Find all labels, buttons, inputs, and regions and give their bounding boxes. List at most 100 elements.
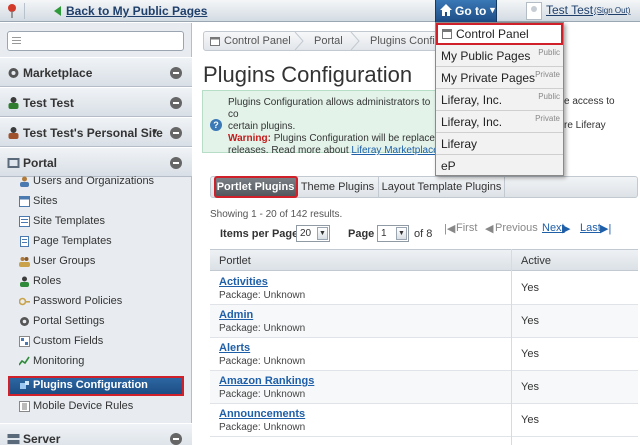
- mobile-icon: [19, 401, 30, 412]
- menu-item-liferay[interactable]: Liferay: [436, 133, 563, 155]
- sidebar-item-custom-fields[interactable]: Custom Fields: [0, 332, 192, 352]
- tab-portlet-plugins[interactable]: Portlet Plugins: [214, 176, 298, 198]
- plugin-name-link[interactable]: Activities: [219, 276, 268, 288]
- page-select[interactable]: 1 ▼: [377, 225, 409, 242]
- last-page-link[interactable]: Last: [580, 222, 601, 234]
- goto-label: Go to: [455, 4, 487, 18]
- gear-icon: [20, 317, 29, 326]
- users-icon: [20, 176, 29, 187]
- sign-out-link[interactable]: (Sign Out): [594, 6, 630, 15]
- panel-server[interactable]: Server: [0, 423, 192, 445]
- plugin-name-link[interactable]: Admin: [219, 309, 253, 321]
- page-templates-icon: [20, 236, 29, 247]
- sidebar-item-mobile-device-rules[interactable]: Mobile Device Rules: [0, 397, 192, 417]
- menu-item-control-panel[interactable]: Control Panel: [436, 23, 563, 45]
- plugin-name-link[interactable]: Amazon Rankings: [219, 375, 314, 387]
- collapse-icon[interactable]: [170, 67, 182, 79]
- user-name-link[interactable]: Test Test: [546, 3, 593, 17]
- page-count: of 8: [414, 228, 433, 240]
- menu-item-ep[interactable]: eP: [436, 155, 563, 177]
- last-page-icon[interactable]: ▶|: [600, 222, 611, 235]
- avatar[interactable]: [526, 2, 542, 20]
- sidebar-item-user-groups[interactable]: User Groups: [0, 252, 192, 272]
- menu-item-my-public-pages[interactable]: My Public Pages Public: [436, 45, 563, 67]
- sidebar-item-site-templates[interactable]: Site Templates: [0, 212, 192, 232]
- items-per-page-select[interactable]: 20 ▼: [296, 225, 330, 242]
- first-page-link: First: [456, 222, 478, 234]
- plugin-active-status: Yes: [521, 414, 539, 426]
- breadcrumb-portal[interactable]: Portal: [314, 35, 343, 47]
- previous-page-link: Previous: [495, 222, 538, 234]
- user-groups-icon: [19, 257, 30, 267]
- info-icon: ?: [210, 119, 222, 131]
- panel-label: Test Test's Personal Site: [23, 126, 163, 140]
- menu-item-tag: Private: [535, 70, 560, 79]
- items-per-page-label: Items per Page: [220, 228, 299, 240]
- search-input[interactable]: [7, 31, 184, 51]
- menu-item-liferay-inc-public[interactable]: Liferay, Inc. Public: [436, 89, 563, 111]
- plugin-active-status: Yes: [521, 381, 539, 393]
- chevron-down-icon: ▼: [488, 5, 497, 15]
- plugin-package: Package: Unknown: [219, 356, 306, 367]
- plugin-name-link[interactable]: Announcements: [219, 408, 305, 420]
- tab-theme-plugins[interactable]: Theme Plugins: [297, 177, 379, 197]
- plugin-active-status: Yes: [521, 315, 539, 327]
- panel-personal-site[interactable]: Test Test's Personal Site ▼: [0, 117, 192, 147]
- plugin-active-status: Yes: [521, 348, 539, 360]
- plugin-package: Package: Unknown: [219, 389, 306, 400]
- sidebar-item-sites[interactable]: Sites: [0, 192, 192, 212]
- breadcrumb: Control Panel Portal Plugins Configur: [203, 31, 451, 51]
- menu-item-label: Liferay, Inc.: [441, 115, 503, 129]
- column-header-portlet[interactable]: Portlet: [219, 255, 251, 267]
- pin-icon[interactable]: [6, 3, 18, 19]
- goto-button[interactable]: Go to ▼: [435, 0, 497, 22]
- sidebar-item-monitoring[interactable]: Monitoring: [0, 352, 192, 372]
- next-page-icon[interactable]: ▶: [562, 222, 570, 235]
- plugin-active-status: Yes: [521, 282, 539, 294]
- sidebar-item-label: Plugins Configuration: [33, 379, 148, 391]
- marketplace-link[interactable]: Liferay Marketplace: [351, 145, 438, 156]
- sidebar-item-roles[interactable]: Roles: [0, 272, 192, 292]
- menu-item-my-private-pages[interactable]: My Private Pages Private: [436, 67, 563, 89]
- panel-marketplace[interactable]: Marketplace: [0, 57, 192, 87]
- sidebar-item-label: Mobile Device Rules: [33, 400, 134, 412]
- breadcrumb-control-panel[interactable]: Control Panel: [224, 35, 291, 47]
- panel-user[interactable]: Test Test: [0, 87, 192, 117]
- menu-item-tag: Public: [538, 48, 560, 57]
- menu-item-label: My Private Pages: [441, 71, 536, 85]
- collapse-icon[interactable]: [170, 127, 182, 139]
- column-separator: [511, 249, 512, 445]
- info-line: certain plugins.: [228, 121, 296, 132]
- home-icon: [440, 4, 452, 16]
- sidebar-item-portal-settings[interactable]: Portal Settings: [0, 312, 192, 332]
- page-label: Page: [348, 228, 375, 240]
- search-icon: [12, 37, 21, 44]
- control-panel-sidebar: Marketplace Test Test Test Test's Person…: [0, 23, 192, 445]
- sidebar-item-page-templates[interactable]: Page Templates: [0, 232, 192, 252]
- sidebar-item-label: Monitoring: [33, 355, 85, 367]
- control-panel-icon: [210, 37, 220, 46]
- collapse-icon[interactable]: [170, 97, 182, 109]
- plugin-type-tabs: Portlet Plugins Theme Plugins Layout Tem…: [210, 176, 638, 198]
- plugin-name-link[interactable]: Alerts: [219, 342, 250, 354]
- back-to-public-pages-link[interactable]: Back to My Public Pages: [66, 4, 207, 18]
- collapse-icon[interactable]: [170, 157, 182, 169]
- column-header-active[interactable]: Active: [521, 255, 551, 267]
- menu-item-label: Liferay: [441, 137, 478, 151]
- chevron-down-icon[interactable]: ▼: [151, 127, 159, 136]
- first-page-icon: |◀: [444, 223, 456, 235]
- server-icon: [7, 434, 20, 444]
- collapse-icon[interactable]: [170, 433, 182, 445]
- sidebar-item-password-policies[interactable]: Password Policies: [0, 292, 192, 312]
- select-value: 1: [381, 228, 387, 239]
- menu-item-liferay-inc-private[interactable]: Liferay, Inc. Private: [436, 111, 563, 133]
- goto-dropdown-menu: Control Panel My Public Pages Public My …: [435, 22, 564, 176]
- custom-fields-icon: [19, 336, 30, 347]
- sidebar-item-users-and-organizations[interactable]: Users and Organizations: [0, 172, 192, 192]
- sidebar-item-plugins-configuration[interactable]: Plugins Configuration: [8, 376, 184, 396]
- menu-item-label: eP: [441, 159, 456, 173]
- tab-layout-template-plugins[interactable]: Layout Template Plugins: [379, 177, 505, 197]
- user-icon: [8, 127, 19, 139]
- user-icon: [8, 97, 19, 109]
- sidebar-item-label: User Groups: [33, 255, 96, 267]
